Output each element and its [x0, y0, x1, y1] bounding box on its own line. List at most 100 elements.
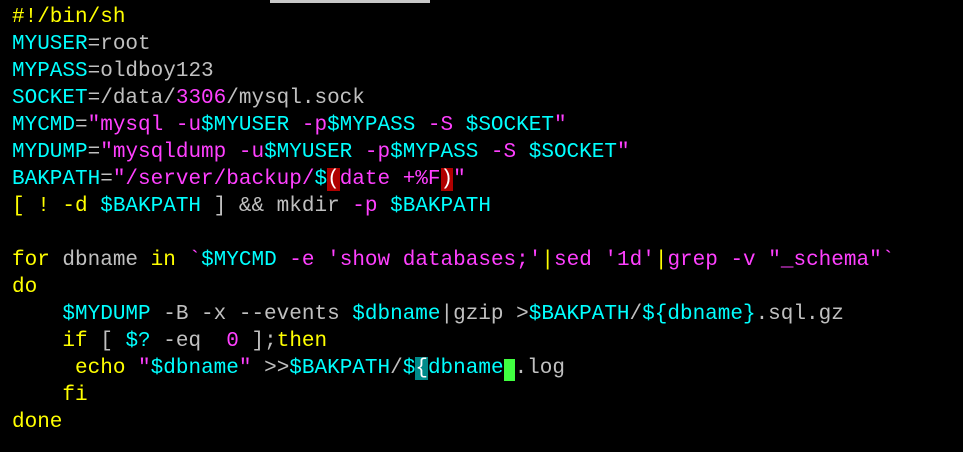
- code-line: MYPASS=oldboy123: [0, 58, 963, 85]
- text-cursor: }: [503, 359, 515, 381]
- code-token: `: [881, 249, 895, 272]
- code-line: for dbname in `$MYCMD -e 'show databases…: [0, 247, 963, 274]
- code-token: "mysql -u: [87, 114, 202, 137]
- code-token: |gzip >: [440, 303, 529, 326]
- code-token: -S: [415, 114, 466, 137]
- code-token: do: [12, 276, 38, 299]
- code-token: $SOCKET: [465, 114, 554, 137]
- code-token: ": [616, 141, 630, 164]
- code-token: ${dbname}: [642, 303, 756, 326]
- code-token: -e: [276, 249, 328, 272]
- code-token: echo: [75, 357, 126, 380]
- code-token: ": [238, 357, 252, 380]
- code-token: [ ! -d: [12, 195, 101, 218]
- code-token: SOCKET: [12, 87, 88, 110]
- code-token: $BAKPATH: [289, 357, 391, 380]
- code-token: MYDUMP: [12, 141, 88, 164]
- code-token: $?: [125, 330, 151, 353]
- code-token: $BAKPATH: [390, 195, 491, 218]
- code-token: ": [553, 114, 567, 137]
- code-token: then: [276, 330, 328, 353]
- code-token: "_schema": [768, 249, 882, 272]
- code-token: -eq: [150, 330, 227, 353]
- code-token: -S: [478, 141, 529, 164]
- code-token: $BAKPATH: [528, 303, 630, 326]
- code-line: BAKPATH="/server/backup/$(date +%F)": [0, 166, 963, 193]
- code-token: $MYUSER: [201, 114, 290, 137]
- code-token: $dbname: [352, 303, 441, 326]
- code-line: $MYDUMP -B -x --events $dbname|gzip >$BA…: [0, 301, 963, 328]
- code-token: ): [440, 168, 454, 191]
- code-token: ": [138, 357, 151, 380]
- code-token: ];: [238, 330, 277, 353]
- code-token: $: [402, 357, 416, 380]
- code-token: =: [87, 141, 101, 164]
- code-token: $SOCKET: [528, 141, 617, 164]
- code-token: #!/bin/sh: [12, 6, 126, 29]
- code-token: $dbname: [150, 357, 239, 380]
- code-line: #!/bin/sh: [0, 4, 963, 31]
- code-token: (: [327, 168, 340, 191]
- code-token: =: [75, 114, 88, 137]
- code-token: ] && mkdir: [201, 195, 353, 218]
- code-token: $BAKPATH: [100, 195, 202, 218]
- code-line: MYUSER=root: [0, 31, 963, 58]
- code-token: if: [62, 330, 88, 353]
- code-line: do: [0, 274, 963, 301]
- code-token: done: [12, 411, 63, 434]
- code-token: '1d': [604, 249, 655, 272]
- code-token: dbname: [49, 249, 151, 272]
- code-token: .sql.gz: [755, 303, 844, 326]
- code-token: =oldboy123: [87, 60, 214, 83]
- code-token: 'show databases;': [327, 249, 542, 272]
- code-token: sed: [553, 249, 605, 272]
- code-token: =: [100, 168, 113, 191]
- terminal-editor[interactable]: #!/bin/sh MYUSER=root MYPASS=oldboy123 SOCK…: [0, 4, 963, 452]
- code-line: done: [0, 409, 963, 436]
- code-line: MYDUMP="mysqldump -u$MYUSER -p$MYPASS -S…: [0, 139, 963, 166]
- code-token: `: [175, 249, 202, 272]
- code-token: $: [314, 168, 328, 191]
- code-line: MYCMD="mysql -u$MYUSER -p$MYPASS -S $SOC…: [0, 112, 963, 139]
- code-line: echo "$dbname" >>$BAKPATH/${dbname}.log: [0, 355, 963, 382]
- code-token: /: [629, 303, 643, 326]
- code-token: fi: [62, 384, 88, 407]
- code-token: =root: [87, 33, 151, 56]
- code-token: [: [87, 330, 126, 353]
- code-token: -p: [352, 141, 391, 164]
- code-token: BAKPATH: [12, 168, 101, 191]
- code-token: -p: [352, 195, 378, 218]
- code-token: "mysqldump -u: [100, 141, 265, 164]
- code-token: MYCMD: [12, 114, 76, 137]
- code-line: [ ! -d $BAKPATH ] && mkdir -p $BAKPATH: [0, 193, 963, 220]
- code-line: SOCKET=/data/3306/mysql.sock: [0, 85, 963, 112]
- code-token: $MYPASS: [327, 114, 416, 137]
- code-token: "/server/backup/: [112, 168, 315, 191]
- code-token: MYUSER: [12, 33, 88, 56]
- code-token: /mysql.sock: [226, 87, 365, 110]
- code-token: $MYPASS: [390, 141, 479, 164]
- code-token: |: [654, 249, 668, 272]
- code-token: |: [541, 249, 554, 272]
- code-token: /: [390, 357, 403, 380]
- code-token: ": [453, 168, 466, 191]
- code-token: dbname: [427, 357, 504, 380]
- code-token: -B -x --events: [150, 303, 353, 326]
- code-token: 0: [226, 330, 239, 353]
- code-token: .log: [514, 357, 565, 380]
- code-token: date +%F: [339, 168, 441, 191]
- code-token: >>: [251, 357, 290, 380]
- code-token: 3306: [175, 87, 227, 110]
- code-token: {: [415, 357, 428, 380]
- code-line: fi: [0, 382, 963, 409]
- code-token: $MYUSER: [264, 141, 353, 164]
- code-token: =/data/: [87, 87, 176, 110]
- code-token: in: [150, 249, 176, 272]
